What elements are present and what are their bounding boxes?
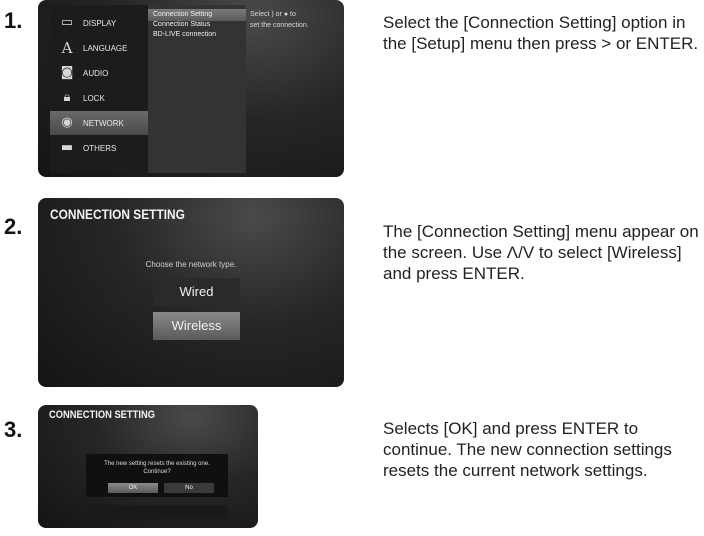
screen-title: CONNECTION SETTING xyxy=(49,409,155,421)
confirm-dialog-screenshot: CONNECTION SETTING The new setting reset… xyxy=(38,405,258,528)
network-submenu: Connection Setting Connection Status BD-… xyxy=(148,5,246,173)
network-type-prompt: Choose the network type. xyxy=(145,260,237,269)
step-number: 2. xyxy=(4,214,23,239)
confirm-dialog: The new setting resets the existing one.… xyxy=(86,454,228,497)
step-description: The [Connection Setting] menu appear on … xyxy=(383,222,699,283)
help-line: set the connection. xyxy=(250,22,309,29)
audio-icon: ◙ xyxy=(60,65,74,80)
step-description: Selects [OK] and press ENTER to continue… xyxy=(383,419,672,480)
setup-menu: ▭ DISPLAY A LANGUAGE ◙ AUDIO 🔒︎ LOCK ◉ N… xyxy=(50,5,148,173)
step-description: Select the [Connection Setting] option i… xyxy=(383,13,699,53)
lock-icon: 🔒︎ xyxy=(63,90,71,105)
network-icon: ◉ xyxy=(61,115,73,130)
menu-item-label: AUDIO xyxy=(83,69,109,78)
dialog-footer-strip xyxy=(86,505,228,519)
dialog-question: Continue? xyxy=(143,469,171,475)
menu-item-label: LOCK xyxy=(83,94,105,103)
option-wireless[interactable]: Wireless xyxy=(153,312,240,340)
menu-item-label: OTHERS xyxy=(83,144,117,153)
ok-button[interactable]: OK xyxy=(108,483,158,493)
setup-menu-screenshot: ▭ DISPLAY A LANGUAGE ◙ AUDIO 🔒︎ LOCK ◉ N… xyxy=(38,0,344,177)
submenu-item-connection-setting[interactable]: Connection Setting xyxy=(153,11,212,18)
menu-item-audio[interactable]: ◙ AUDIO xyxy=(50,61,148,85)
others-icon: ▬ xyxy=(60,140,74,155)
submenu-item-bd-live[interactable]: BD-LIVE connection xyxy=(153,31,216,38)
option-wired[interactable]: Wired xyxy=(153,278,240,306)
language-icon: A xyxy=(61,39,73,57)
display-icon: ▭ xyxy=(60,15,74,30)
menu-item-label: NETWORK xyxy=(83,119,124,128)
menu-item-network[interactable]: ◉ NETWORK xyxy=(50,111,148,135)
step-number: 3. xyxy=(4,417,23,442)
menu-item-label: LANGUAGE xyxy=(83,44,128,53)
menu-item-label: DISPLAY xyxy=(83,19,117,28)
step-number: 1. xyxy=(4,8,23,33)
connection-setting-screenshot: CONNECTION SETTING Choose the network ty… xyxy=(38,198,344,387)
help-line: Select ) or ● to xyxy=(250,11,296,18)
no-button[interactable]: No xyxy=(164,483,214,493)
dialog-message: The new setting resets the existing one. xyxy=(104,461,210,467)
help-text: Select ) or ● to set the connection. xyxy=(250,9,340,31)
screen-title: CONNECTION SETTING xyxy=(50,206,185,222)
menu-item-others[interactable]: ▬ OTHERS xyxy=(50,136,148,160)
menu-item-language[interactable]: A LANGUAGE xyxy=(50,36,148,60)
submenu-item-connection-status[interactable]: Connection Status xyxy=(153,21,210,28)
menu-item-lock[interactable]: 🔒︎ LOCK xyxy=(50,86,148,110)
menu-item-display[interactable]: ▭ DISPLAY xyxy=(50,11,148,35)
